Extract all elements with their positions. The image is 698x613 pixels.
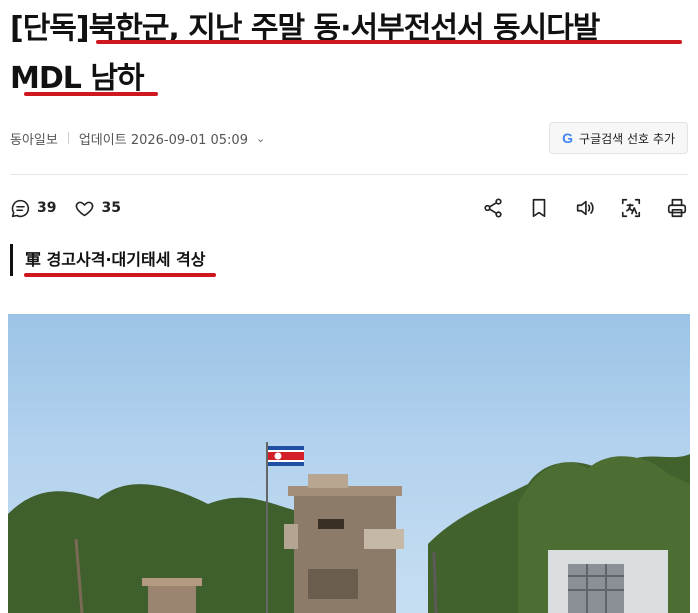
listen-button[interactable]: [572, 195, 598, 221]
meta-divider: [10, 174, 688, 175]
translate-icon: [621, 198, 641, 218]
google-button-label: 구글검색 선호 추가: [579, 131, 675, 146]
heart-icon: [76, 201, 94, 216]
headline-underline-1: [96, 40, 682, 44]
publisher-name[interactable]: 동아일보: [10, 129, 58, 148]
headline-line-1: [단독]북한군, 지난 주말 동·서부전선서 동시다발: [10, 11, 600, 46]
guard-post-photo: [8, 442, 690, 613]
share-icon: [484, 198, 502, 218]
google-preferred-source-button[interactable]: G 구글검색 선호 추가: [549, 122, 688, 154]
print-icon: [667, 198, 687, 218]
action-bar: 39 35: [10, 192, 690, 224]
speaker-icon: [576, 200, 594, 216]
article-headline: [단독]북한군, 지난 주말 동·서부전선서 동시다발 MDL 남하: [10, 4, 692, 104]
subheading-underline: [24, 273, 216, 277]
like-button[interactable]: 35: [74, 198, 121, 219]
article-subheading: 軍 경고사격·대기태세 격상: [10, 244, 205, 276]
meta-separator: [67, 132, 69, 144]
chevron-down-icon[interactable]: ⌄: [256, 132, 265, 145]
bookmark-icon: [532, 198, 546, 218]
article-meta: 동아일보 업데이트 2026-09-01 05:09 ⌄ G 구글검색 선호 추…: [10, 118, 688, 158]
comment-count: 39: [37, 200, 57, 216]
google-icon: G: [562, 130, 574, 146]
headline-line-2: MDL 남하: [10, 61, 145, 96]
share-button[interactable]: [480, 195, 506, 221]
headline-underline-2: [24, 92, 158, 96]
comment-icon: [11, 199, 30, 217]
action-icons: [480, 195, 690, 221]
print-button[interactable]: [664, 195, 690, 221]
bookmark-button[interactable]: [526, 195, 552, 221]
article-photo[interactable]: [8, 314, 690, 613]
translate-button[interactable]: [618, 195, 644, 221]
comment-button[interactable]: 39: [10, 198, 56, 219]
updated-timestamp: 업데이트 2026-09-01 05:09: [78, 132, 248, 148]
like-count: 35: [101, 200, 121, 216]
